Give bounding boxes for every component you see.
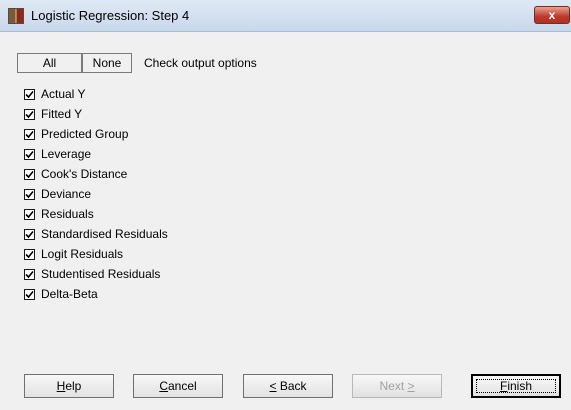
finish-button[interactable]: Finish <box>471 374 561 398</box>
option-label: Studentised Residuals <box>41 267 161 281</box>
select-none-button[interactable]: None <box>82 53 132 73</box>
option-label: Fitted Y <box>41 107 83 121</box>
checkbox[interactable] <box>24 268 35 280</box>
back-button[interactable]: < Back <box>243 374 333 398</box>
option-label: Delta-Beta <box>41 287 98 301</box>
option-cooks-distance[interactable]: Cook's Distance <box>24 164 127 184</box>
checkbox[interactable] <box>24 208 35 220</box>
option-predicted-group[interactable]: Predicted Group <box>24 124 128 144</box>
cancel-button[interactable]: Cancel <box>133 374 223 398</box>
help-button-text-rest: elp <box>65 379 82 393</box>
option-logit-residuals[interactable]: Logit Residuals <box>24 244 123 264</box>
window-title: Logistic Regression: Step 4 <box>31 8 190 23</box>
checkbox[interactable] <box>24 168 35 180</box>
select-all-button[interactable]: All <box>17 53 82 73</box>
close-icon: x <box>548 8 556 22</box>
option-label: Actual Y <box>41 87 86 101</box>
option-leverage[interactable]: Leverage <box>24 144 91 164</box>
option-residuals[interactable]: Residuals <box>24 204 94 224</box>
checkbox[interactable] <box>24 288 35 300</box>
option-label: Cook's Distance <box>41 167 128 181</box>
option-delta-beta[interactable]: Delta-Beta <box>24 284 98 304</box>
back-button-mnemonic: < <box>269 379 277 393</box>
next-button[interactable]: Next > <box>352 374 442 398</box>
checkbox[interactable] <box>24 128 35 140</box>
cancel-button-mnemonic: C <box>159 379 168 393</box>
app-icon <box>8 8 24 24</box>
next-button-mnemonic: > <box>407 379 415 393</box>
back-button-text-rest: Back <box>276 379 307 393</box>
option-label: Residuals <box>41 207 94 221</box>
option-label: Leverage <box>41 147 92 161</box>
title-bar: Logistic Regression: Step 4 x <box>0 0 571 32</box>
cancel-button-text-rest: ancel <box>167 379 197 393</box>
checkbox[interactable] <box>24 188 35 200</box>
option-deviance[interactable]: Deviance <box>24 184 91 204</box>
option-label: Deviance <box>41 187 92 201</box>
dialog-window: Logistic Regression: Step 4 x All None C… <box>0 0 571 410</box>
option-label: Logit Residuals <box>41 247 124 261</box>
option-studentised-residuals[interactable]: Studentised Residuals <box>24 264 160 284</box>
option-label: Standardised Residuals <box>41 227 168 241</box>
next-button-text: Next <box>379 379 408 393</box>
checkbox[interactable] <box>24 88 35 100</box>
checkbox[interactable] <box>24 228 35 240</box>
help-button[interactable]: Help <box>24 374 114 398</box>
option-fitted-y[interactable]: Fitted Y <box>24 104 82 124</box>
option-label: Predicted Group <box>41 127 129 141</box>
option-actual-y[interactable]: Actual Y <box>24 84 85 104</box>
checkbox[interactable] <box>24 248 35 260</box>
checkbox[interactable] <box>24 148 35 160</box>
checkbox[interactable] <box>24 108 35 120</box>
close-button[interactable]: x <box>534 6 570 24</box>
options-description: Check output options <box>144 56 257 70</box>
focus-rectangle <box>476 379 556 393</box>
option-standardised-residuals[interactable]: Standardised Residuals <box>24 224 168 244</box>
